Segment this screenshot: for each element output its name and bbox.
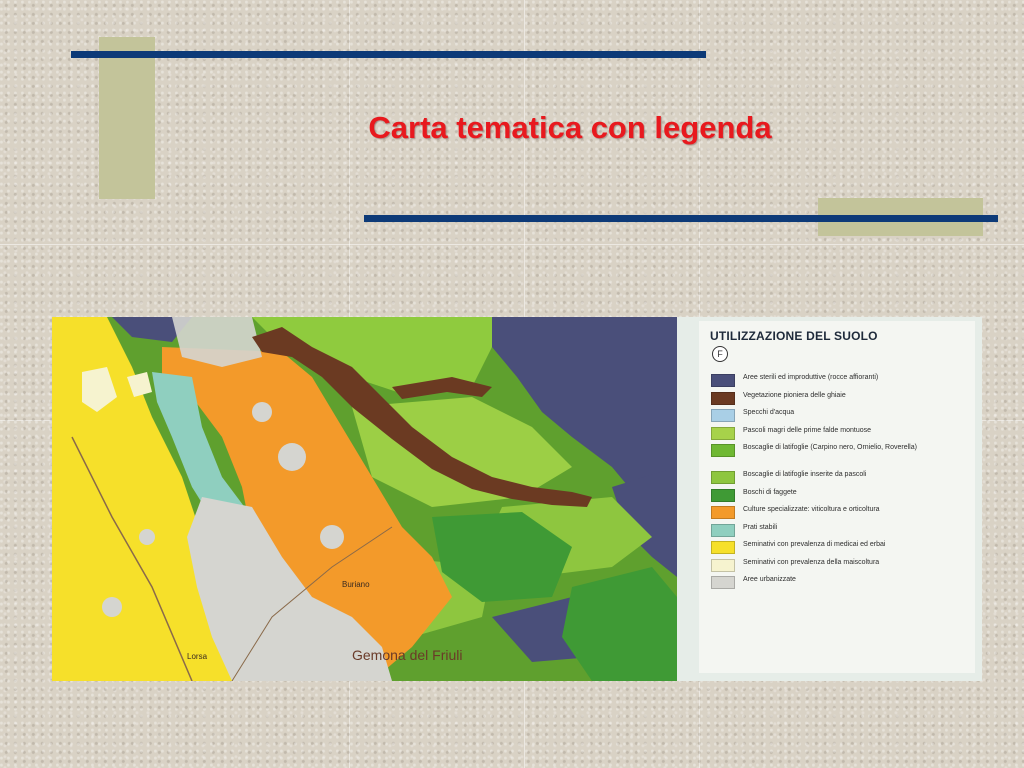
legend-item-label: Specchi d'acqua (743, 409, 795, 416)
legend-swatch (711, 426, 735, 440)
legend-swatch (711, 471, 735, 484)
legend-item-label: Aree urbanizzate (743, 576, 796, 583)
legend-item-label: Seminativi con prevalenza della maiscolt… (743, 558, 880, 566)
legend-swatch (711, 374, 735, 387)
legend-swatch (711, 541, 735, 554)
map-label-gemona: Gemona del Friuli (352, 647, 463, 663)
legend-item-label: Boscaglie di latifoglie (Carpino nero, O… (743, 444, 917, 451)
legend-title: UTILIZZAZIONE DEL SUOLO (710, 329, 878, 343)
legend-swatch (711, 576, 735, 589)
legend-swatch (711, 558, 735, 572)
legend-item-label: Boschi di faggete (743, 488, 797, 496)
legend-swatch (711, 391, 735, 405)
legend-swatch (711, 444, 735, 457)
decorative-olive-block-left (99, 37, 155, 199)
legend-swatch (711, 523, 735, 537)
legend-item-label: Aree sterili ed improduttive (rocce affi… (743, 374, 879, 381)
slide-title: Carta tematica con legenda (368, 110, 772, 145)
legend-item-label: Culture specializzate: viticoltura e ort… (743, 506, 880, 513)
map-label-buriano: Buriano (342, 580, 370, 589)
legend-badge: F (712, 346, 728, 362)
decorative-rule-top (71, 51, 706, 58)
legend-item-label: Pascoli magri delle prime falde montuose (743, 426, 872, 434)
legend-swatch (711, 506, 735, 519)
decorative-rule-middle (364, 215, 998, 222)
map-label-lorsa: Lorsa (187, 652, 208, 661)
legend-item-label: Prati stabili (743, 523, 778, 531)
legend-item-label: Boscaglie di latifoglie inserite da pasc… (743, 471, 867, 478)
legend-swatch (711, 488, 735, 502)
legend-item-label: Seminativi con prevalenza di medicai ed … (743, 541, 886, 548)
legend-item-label: Vegetazione pioniera delle ghiaie (743, 391, 846, 399)
map-legend: UTILIZZAZIONE DEL SUOLO F Aree sterili e… (677, 317, 982, 681)
legend-swatch (711, 409, 735, 422)
